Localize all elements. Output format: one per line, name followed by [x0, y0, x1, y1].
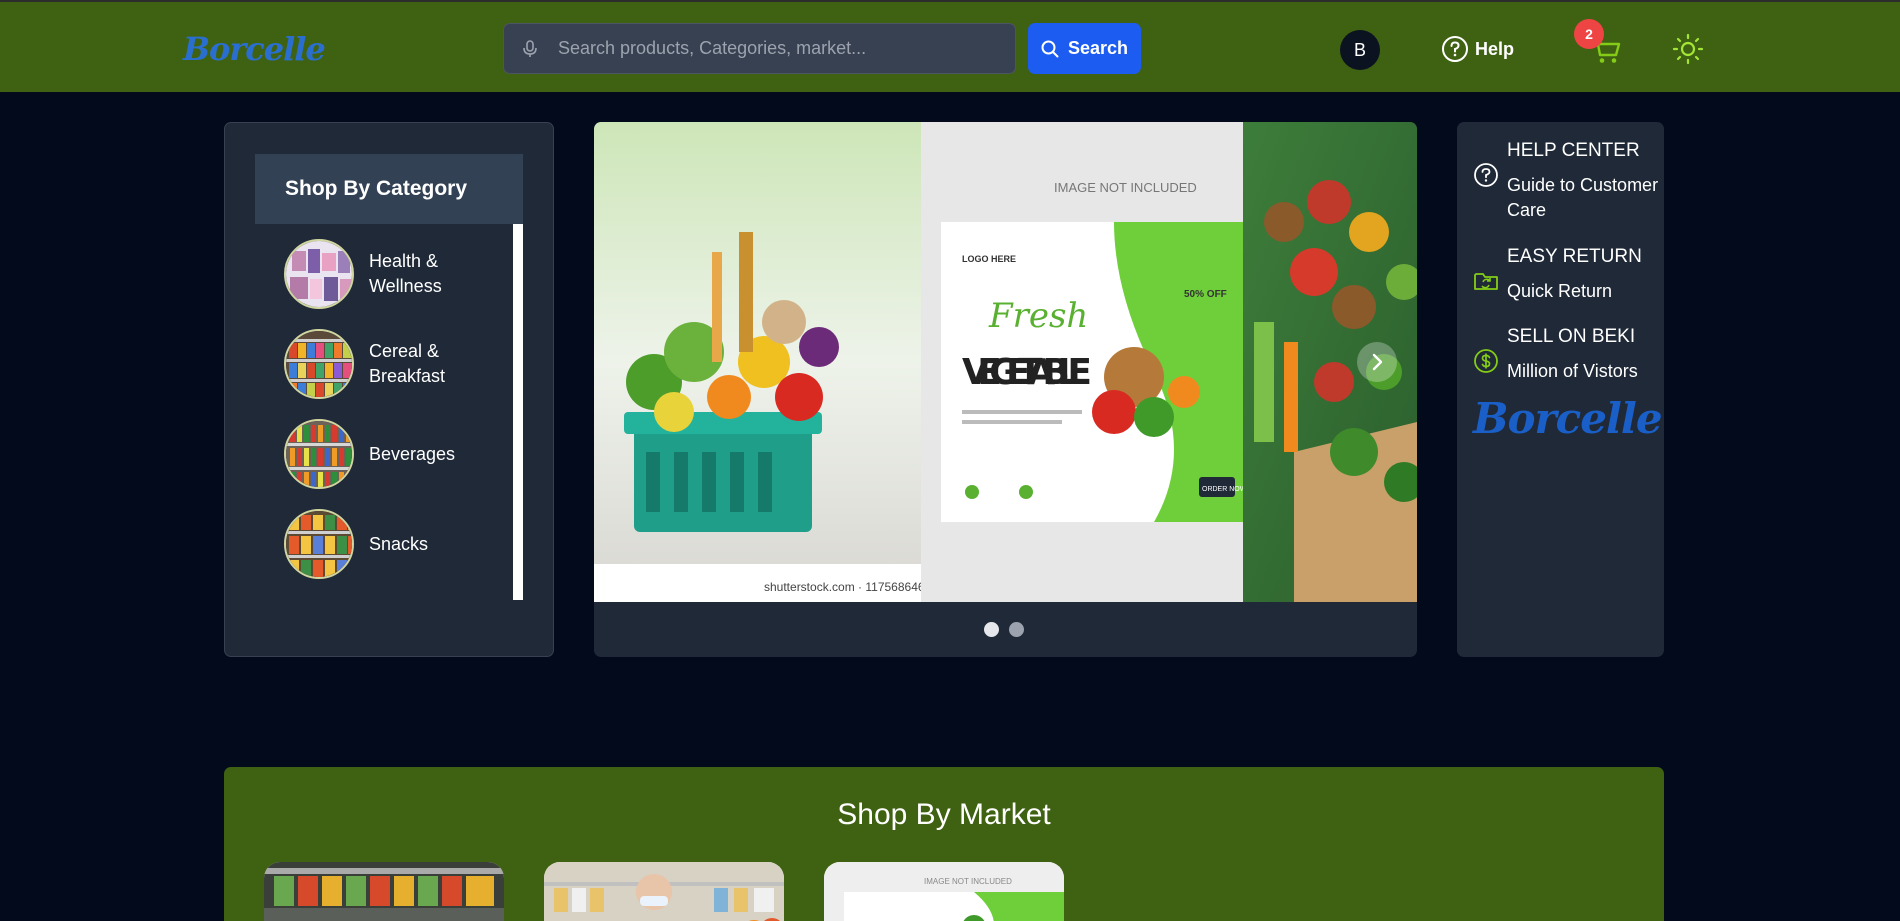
search-bar	[503, 23, 1016, 74]
banner-carousel: shutterstock.com · 1175686464 IMAGE NOT …	[594, 122, 1417, 657]
vegetable-headline: VEGETABLE	[962, 352, 1092, 393]
category-label: Snacks	[369, 533, 429, 554]
carousel-dot-2[interactable]	[1009, 622, 1024, 637]
info-help-center[interactable]: HELP CENTER Guide to Customer Care	[1473, 138, 1659, 223]
shop-by-market-section: Shop By Market IMAGE NOT INCLUDED	[224, 767, 1664, 921]
category-panel: Shop By Category Health & Wellness Cerea…	[224, 122, 554, 657]
category-label: Beverages	[369, 443, 456, 464]
category-item-beverages[interactable]: Beverages	[284, 418, 524, 490]
search-button-label: Search	[1067, 38, 1129, 58]
image-not-included-text: IMAGE NOT INCLUDED	[924, 877, 1012, 886]
carousel-dot-1[interactable]	[984, 622, 999, 637]
logo-here-text: LOGO HERE	[962, 254, 1016, 264]
search-icon	[1041, 40, 1059, 57]
discount-text: 50% OFF	[1184, 289, 1227, 300]
category-thumbnail	[284, 239, 354, 309]
category-item-cereal-breakfast[interactable]: Cereal & Breakfast	[284, 328, 524, 400]
stock-credit: shutterstock.com · 1175686464	[764, 580, 932, 594]
folder-return-icon	[1474, 273, 1498, 290]
help-circle-icon	[1442, 36, 1468, 62]
user-avatar[interactable]: B	[1340, 30, 1380, 70]
category-thumbnail	[284, 509, 354, 579]
brand-logo[interactable]: Borcelle	[183, 30, 326, 68]
category-thumbnail	[284, 329, 354, 399]
fresh-script-text: Fresh	[988, 296, 1088, 336]
help-link[interactable]: Help	[1441, 35, 1514, 63]
top-navbar: Borcelle Search B Help 2	[0, 0, 1900, 92]
category-list: Health & Wellness Cereal & Breakfast Bev…	[255, 224, 523, 600]
brand-logo-large: Borcelle	[1473, 394, 1663, 443]
chevron-right-icon	[1372, 353, 1383, 371]
cart-count-badge: 2	[1574, 19, 1604, 49]
category-item-snacks[interactable]: Snacks	[284, 508, 524, 580]
microphone-icon[interactable]	[520, 39, 540, 59]
market-card[interactable]	[544, 862, 784, 921]
info-easy-return[interactable]: EASY RETURN Quick Return	[1473, 244, 1642, 304]
help-circle-icon	[1474, 163, 1498, 187]
image-not-included-text: IMAGE NOT INCLUDED	[1054, 180, 1197, 195]
category-panel-title: Shop By Category	[255, 154, 523, 224]
carousel-slide[interactable]: shutterstock.com · 1175686464 IMAGE NOT …	[594, 122, 1417, 602]
search-input[interactable]	[558, 38, 978, 59]
category-scrollbar[interactable]	[513, 224, 523, 600]
search-button[interactable]: Search	[1028, 23, 1141, 74]
info-sell-on-beki[interactable]: SELL ON BEKI Million of Vistors	[1473, 324, 1638, 384]
help-label: Help	[1475, 38, 1515, 59]
dollar-circle-icon	[1474, 349, 1498, 373]
info-subtitle: Quick Return	[1507, 281, 1613, 301]
category-item-health-wellness[interactable]: Health & Wellness	[284, 238, 524, 310]
info-subtitle: Million of Vistors	[1507, 361, 1638, 381]
info-title: SELL ON BEKI	[1507, 326, 1636, 347]
market-card[interactable]	[264, 862, 504, 921]
category-label: Health & Wellness	[369, 251, 442, 296]
category-label: Cereal & Breakfast	[369, 341, 446, 386]
info-title: HELP CENTER	[1507, 140, 1640, 161]
section-title: Shop By Market	[837, 798, 1051, 831]
order-now-text: ORDER NOW	[1202, 486, 1247, 493]
carousel-next-button[interactable]	[1357, 342, 1397, 382]
market-card[interactable]: IMAGE NOT INCLUDED	[824, 862, 1064, 921]
info-title: EASY RETURN	[1507, 246, 1642, 267]
info-panel: HELP CENTER Guide to Customer Care EASY …	[1457, 122, 1664, 657]
sun-icon[interactable]	[1672, 33, 1704, 65]
info-subtitle: Guide to Customer Care	[1507, 175, 1659, 220]
category-thumbnail	[284, 419, 354, 489]
